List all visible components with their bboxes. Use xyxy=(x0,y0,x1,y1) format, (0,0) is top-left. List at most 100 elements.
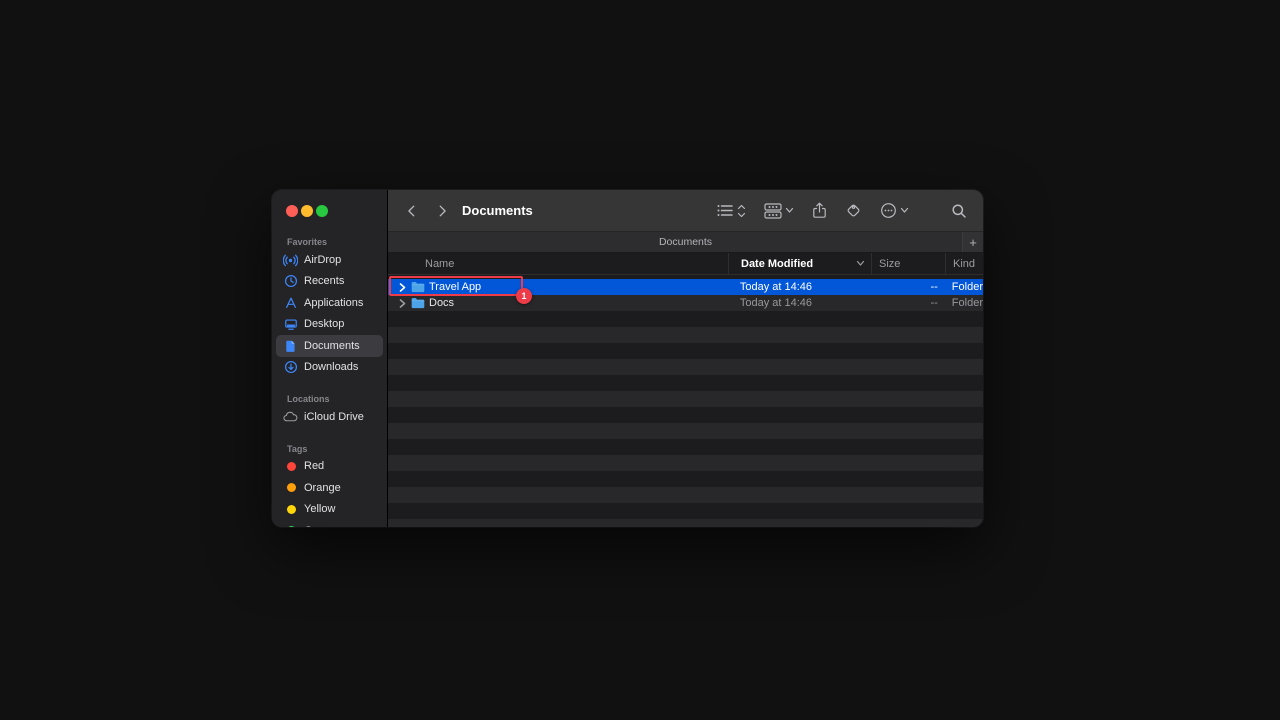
file-date-modified: Today at 14:46 xyxy=(728,297,871,309)
list-view-icon xyxy=(717,203,734,218)
window-title: Documents xyxy=(462,203,533,218)
main-area: Documents xyxy=(388,190,983,527)
empty-row xyxy=(388,391,983,407)
desktop-icon xyxy=(283,317,298,332)
file-kind: Folder xyxy=(945,281,983,293)
file-size: -- xyxy=(871,281,945,293)
empty-row xyxy=(388,375,983,391)
annotation-step-badge: 1 xyxy=(516,288,532,304)
new-tab-button[interactable]: + xyxy=(962,232,983,252)
share-button[interactable] xyxy=(808,200,831,221)
forward-button[interactable] xyxy=(430,199,454,223)
document-icon xyxy=(283,338,298,353)
sidebar-item-tag-green[interactable]: Green xyxy=(276,520,383,527)
file-size: -- xyxy=(871,297,945,309)
empty-row xyxy=(388,503,983,519)
group-view-icon xyxy=(764,203,782,219)
tab-bar: Documents + xyxy=(388,232,983,253)
red-tag-dot-icon xyxy=(283,459,298,474)
minimize-button[interactable] xyxy=(301,205,313,217)
tab-documents[interactable]: Documents xyxy=(659,236,712,248)
column-header-kind[interactable]: Kind xyxy=(945,253,983,274)
empty-row xyxy=(388,439,983,455)
chevron-left-icon xyxy=(405,204,419,218)
file-date-modified: Today at 14:46 xyxy=(728,281,871,293)
empty-row xyxy=(388,311,983,327)
sort-direction-chevron-icon xyxy=(856,260,865,267)
sidebar-item-documents[interactable]: Documents xyxy=(276,335,383,357)
sidebar-item-label: Recents xyxy=(304,275,344,287)
search-icon xyxy=(951,203,967,219)
share-icon xyxy=(812,202,827,219)
file-list: Travel App Today at 14:46 -- Folder Docs xyxy=(388,275,983,527)
zoom-button[interactable] xyxy=(316,205,328,217)
disclosure-chevron-icon[interactable] xyxy=(398,299,407,308)
empty-row xyxy=(388,343,983,359)
tags-button[interactable] xyxy=(841,200,866,221)
column-header-name[interactable]: Name xyxy=(388,253,728,274)
cloud-icon xyxy=(283,409,298,424)
sidebar-item-label: Orange xyxy=(304,482,341,494)
sidebar-item-label: Desktop xyxy=(304,318,344,330)
toolbar: Documents xyxy=(388,190,983,232)
sidebar-item-label: AirDrop xyxy=(304,254,341,266)
group-by-button[interactable] xyxy=(760,201,798,221)
empty-row xyxy=(388,423,983,439)
sidebar-item-tag-red[interactable]: Red xyxy=(276,456,383,478)
sidebar-item-applications[interactable]: Applications xyxy=(276,292,383,314)
sort-chevrons-icon xyxy=(737,204,746,218)
sidebar-item-desktop[interactable]: Desktop xyxy=(276,314,383,336)
sidebar-item-label: Applications xyxy=(304,297,363,309)
empty-row xyxy=(388,359,983,375)
empty-row xyxy=(388,471,983,487)
column-header-row: Name Date Modified Size Kind xyxy=(388,253,983,275)
sidebar-item-label: Green xyxy=(304,525,335,527)
yellow-tag-dot-icon xyxy=(283,502,298,517)
downloads-icon xyxy=(283,360,298,375)
sidebar-item-tag-yellow[interactable]: Yellow xyxy=(276,499,383,521)
close-button[interactable] xyxy=(286,205,298,217)
sidebar-item-airdrop[interactable]: AirDrop xyxy=(276,249,383,271)
orange-tag-dot-icon xyxy=(283,480,298,495)
chevron-right-icon xyxy=(435,204,449,218)
column-header-date-modified[interactable]: Date Modified xyxy=(728,253,871,274)
tag-icon xyxy=(845,202,862,219)
sidebar-item-icloud-drive[interactable]: iCloud Drive xyxy=(276,406,383,428)
sidebar-item-label: Red xyxy=(304,460,324,472)
sidebar: Favorites AirDrop xyxy=(272,190,388,527)
file-name: Docs xyxy=(429,297,454,309)
empty-row xyxy=(388,407,983,423)
folder-icon xyxy=(411,297,425,309)
sidebar-section-favorites: Favorites xyxy=(272,236,387,249)
sidebar-section-locations: Locations xyxy=(272,393,387,406)
empty-row xyxy=(388,519,983,527)
finder-window: Favorites AirDrop xyxy=(272,190,983,527)
empty-row xyxy=(388,455,983,471)
view-options-button[interactable] xyxy=(713,201,750,220)
sidebar-item-label: Yellow xyxy=(304,503,335,515)
airdrop-icon xyxy=(283,252,298,267)
sidebar-item-downloads[interactable]: Downloads xyxy=(276,357,383,379)
sidebar-item-label: Downloads xyxy=(304,361,358,373)
sidebar-item-tag-orange[interactable]: Orange xyxy=(276,477,383,499)
search-button[interactable] xyxy=(947,201,971,221)
annotation-highlight-box xyxy=(389,276,523,296)
sidebar-item-label: iCloud Drive xyxy=(304,411,364,423)
more-icon xyxy=(880,202,897,219)
more-actions-button[interactable] xyxy=(876,200,913,221)
sidebar-item-recents[interactable]: Recents xyxy=(276,271,383,293)
sidebar-section-tags: Tags xyxy=(272,443,387,456)
column-header-size[interactable]: Size xyxy=(871,253,945,274)
empty-row xyxy=(388,327,983,343)
empty-row xyxy=(388,487,983,503)
back-button[interactable] xyxy=(400,199,424,223)
chevron-down-icon xyxy=(900,207,909,214)
recents-icon xyxy=(283,274,298,289)
applications-icon xyxy=(283,295,298,310)
plus-icon: + xyxy=(969,235,977,250)
green-tag-dot-icon xyxy=(283,523,298,527)
window-controls xyxy=(286,205,328,217)
file-kind: Folder xyxy=(945,297,983,309)
chevron-down-icon xyxy=(785,207,794,214)
file-row-docs[interactable]: Docs Today at 14:46 -- Folder xyxy=(388,295,983,311)
